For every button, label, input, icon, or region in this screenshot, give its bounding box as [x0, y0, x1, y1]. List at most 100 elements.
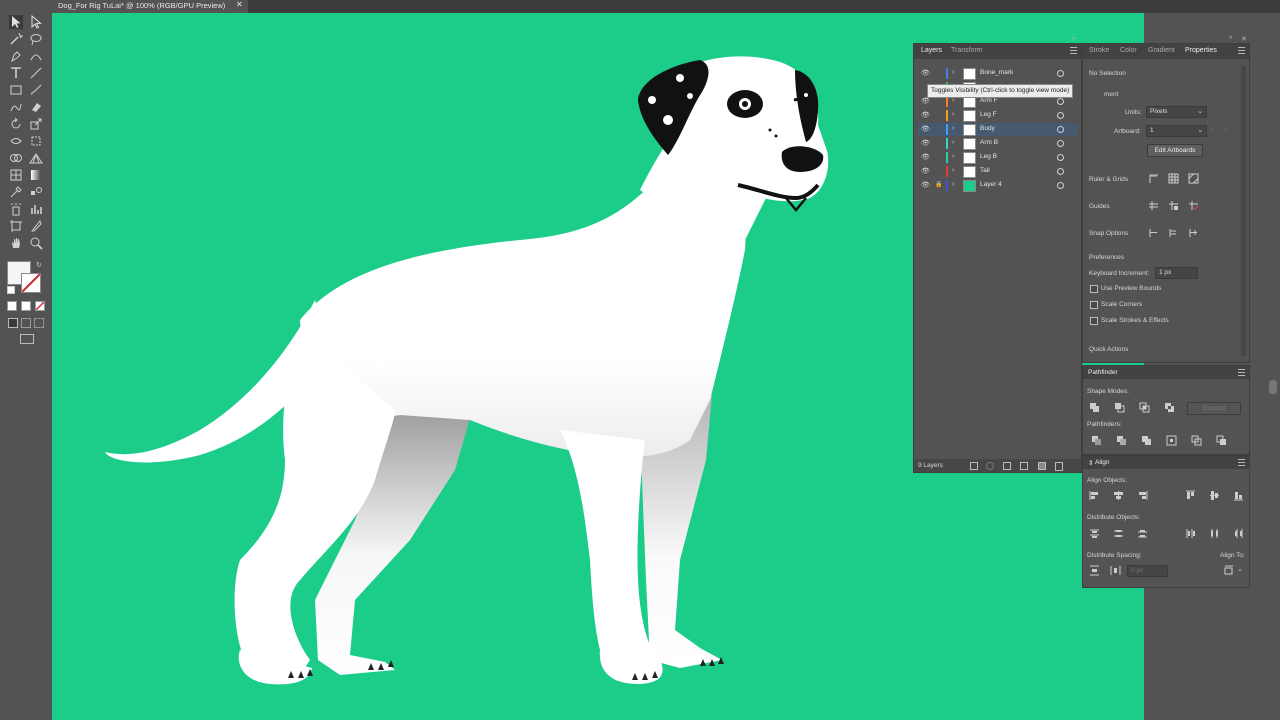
- document-tab[interactable]: Dog_For Rig TuLai* @ 100% (RGB/GPU Previ…: [52, 0, 248, 13]
- export-icon[interactable]: [970, 462, 978, 470]
- lock-guides-icon[interactable]: [1168, 200, 1179, 211]
- properties-panel-menu-icon[interactable]: [1238, 47, 1245, 54]
- layer-target-icon[interactable]: [1057, 112, 1064, 119]
- window-scrollbar[interactable]: [1269, 380, 1277, 394]
- magic-wand-tool-icon[interactable]: [9, 32, 24, 46]
- layer-name[interactable]: Bone_mark: [980, 69, 1013, 76]
- gradient-tool-icon[interactable]: [29, 168, 43, 182]
- symbol-sprayer-tool-icon[interactable]: [9, 202, 23, 216]
- trim-icon[interactable]: [1116, 435, 1127, 446]
- align-right-icon[interactable]: [1137, 490, 1148, 501]
- layer-target-icon[interactable]: [1057, 182, 1064, 189]
- type-tool-icon[interactable]: [9, 66, 23, 80]
- scale-tool-icon[interactable]: [29, 117, 43, 131]
- panel-collapse-icon[interactable]: «: [1072, 36, 1075, 42]
- layer-name[interactable]: Arm B: [980, 139, 998, 146]
- intersect-icon[interactable]: [1139, 402, 1150, 413]
- rotate-tool-icon[interactable]: [9, 117, 23, 131]
- default-colors-icon[interactable]: [7, 286, 15, 294]
- dock-collapse-icon[interactable]: »: [1229, 35, 1232, 41]
- tab-transform[interactable]: Transform: [951, 47, 983, 54]
- close-document-icon[interactable]: ✕: [236, 0, 243, 9]
- artboard-select[interactable]: 1 ⌄: [1146, 125, 1207, 137]
- width-tool-icon[interactable]: [9, 134, 23, 148]
- free-transform-tool-icon[interactable]: [29, 134, 43, 148]
- align-horizontal-center-icon[interactable]: [1113, 490, 1124, 501]
- visibility-eye-icon[interactable]: 👁: [921, 153, 930, 161]
- align-bottom-icon[interactable]: [1233, 490, 1244, 501]
- perspective-grid-tool-icon[interactable]: [29, 151, 43, 165]
- selection-tool-icon[interactable]: [9, 15, 23, 29]
- layer-name[interactable]: Arm F: [980, 97, 998, 104]
- direct-selection-tool-icon[interactable]: [29, 14, 43, 29]
- expand-chevron-icon[interactable]: ›: [952, 125, 954, 132]
- vertical-distribute-space-icon[interactable]: [1089, 565, 1100, 576]
- eyedropper-tool-icon[interactable]: [9, 185, 23, 199]
- layer-row[interactable]: 👁 🔒 › Layer 4: [918, 179, 1078, 192]
- layer-name[interactable]: Body: [980, 125, 995, 132]
- layers-panel-menu-icon[interactable]: [1070, 47, 1077, 54]
- expand-chevron-icon[interactable]: ›: [952, 97, 954, 104]
- unite-icon[interactable]: [1089, 402, 1100, 413]
- gradient-mode-icon[interactable]: [21, 301, 31, 311]
- transparency-grid-icon[interactable]: [1188, 173, 1199, 184]
- locate-object-icon[interactable]: [986, 462, 994, 470]
- prev-artboard-icon[interactable]: ‹: [1211, 126, 1213, 133]
- layer-target-icon[interactable]: [1057, 140, 1064, 147]
- align-top-icon[interactable]: [1185, 490, 1196, 501]
- exclude-icon[interactable]: [1164, 402, 1175, 413]
- visibility-eye-icon[interactable]: 👁: [921, 125, 930, 133]
- expand-button[interactable]: Expand: [1187, 402, 1241, 415]
- layer-name[interactable]: Layer 4: [980, 181, 1002, 188]
- chevron-icon[interactable]: ⇕: [1088, 459, 1093, 467]
- tab-color[interactable]: Color: [1120, 47, 1137, 54]
- pen-tool-icon[interactable]: [9, 49, 23, 63]
- draw-inside-icon[interactable]: [34, 318, 44, 328]
- distribute-left-icon[interactable]: [1185, 528, 1196, 539]
- layer-name[interactable]: Tail: [980, 167, 990, 174]
- expand-chevron-icon[interactable]: ›: [952, 181, 954, 188]
- scale-strokes-checkbox[interactable]: [1090, 317, 1098, 325]
- layer-target-icon[interactable]: [1057, 154, 1064, 161]
- show-guides-icon[interactable]: [1148, 200, 1159, 211]
- layer-target-icon[interactable]: [1057, 168, 1064, 175]
- edit-artboards-button[interactable]: Edit Artboards: [1147, 144, 1203, 157]
- tab-properties[interactable]: Properties: [1185, 47, 1217, 54]
- visibility-eye-icon[interactable]: 👁: [921, 97, 930, 105]
- snap-to-glyph-icon[interactable]: [1188, 227, 1199, 238]
- new-layer-icon[interactable]: [1038, 462, 1046, 470]
- tab-stroke[interactable]: Stroke: [1089, 47, 1109, 54]
- draw-normal-icon[interactable]: [8, 318, 18, 328]
- merge-icon[interactable]: [1141, 435, 1152, 446]
- layer-target-icon[interactable]: [1057, 98, 1064, 105]
- visibility-eye-icon[interactable]: 👁: [921, 139, 930, 147]
- align-to-selection-icon[interactable]: [1224, 565, 1235, 576]
- rulers-icon[interactable]: [1148, 173, 1159, 184]
- slice-tool-icon[interactable]: [29, 219, 43, 233]
- clipping-mask-icon[interactable]: [1003, 462, 1011, 470]
- zoom-tool-icon[interactable]: [29, 236, 43, 250]
- scale-corners-checkbox[interactable]: [1090, 301, 1098, 309]
- properties-scrollbar[interactable]: [1241, 66, 1246, 356]
- grid-icon[interactable]: [1168, 173, 1179, 184]
- next-artboard-icon[interactable]: ›: [1224, 126, 1226, 133]
- tab-gradient[interactable]: Gradient: [1148, 47, 1175, 54]
- smart-guides-icon[interactable]: [1188, 200, 1199, 211]
- layer-name[interactable]: Leg F: [980, 111, 997, 118]
- visibility-eye-icon[interactable]: 👁: [921, 181, 930, 189]
- layer-row[interactable]: 👁 › Arm B: [918, 137, 1078, 150]
- align-menu-icon[interactable]: [1238, 459, 1245, 466]
- eraser-tool-icon[interactable]: [29, 100, 43, 114]
- align-left-icon[interactable]: [1089, 490, 1100, 501]
- visibility-eye-icon[interactable]: 👁: [921, 111, 930, 119]
- shaper-tool-icon[interactable]: [9, 100, 23, 114]
- rectangle-tool-icon[interactable]: [9, 83, 23, 97]
- align-vertical-center-icon[interactable]: [1209, 490, 1220, 501]
- minus-back-icon[interactable]: [1216, 435, 1227, 446]
- pathfinder-menu-icon[interactable]: [1238, 369, 1245, 376]
- layer-row[interactable]: 👁 › Tail: [918, 165, 1078, 178]
- line-tool-icon[interactable]: [29, 66, 43, 80]
- visibility-eye-icon[interactable]: 👁: [921, 69, 930, 77]
- lock-icon[interactable]: 🔒: [935, 181, 942, 188]
- draw-behind-icon[interactable]: [21, 318, 31, 328]
